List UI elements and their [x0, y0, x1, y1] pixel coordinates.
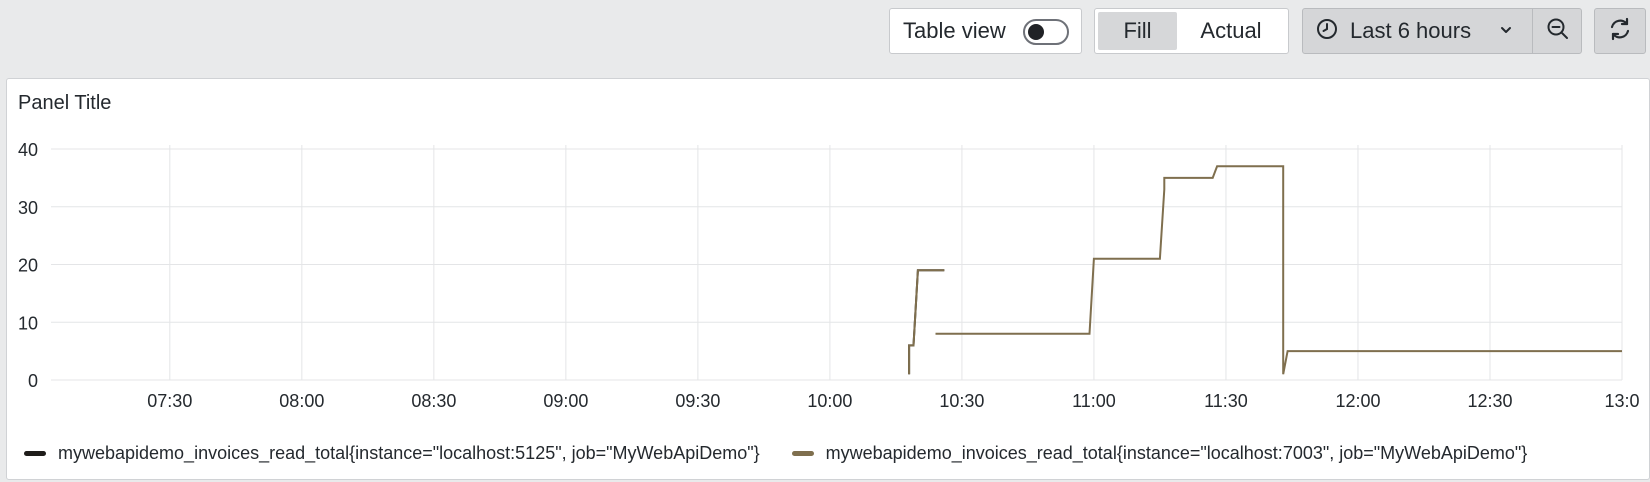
dashboard-toolbar: Table view Fill Actual Last 6 hours [0, 0, 1650, 72]
time-series-panel: Panel Title 0 10 20 30 40 07:30 08:00 08:30 09:0… [6, 78, 1650, 480]
y-tick-label: 40 [18, 140, 38, 160]
x-tick-label: 07:30 [147, 391, 192, 411]
chart-legend: mywebapidemo_invoices_read_total{instanc… [24, 441, 1559, 465]
switch-knob [1028, 24, 1044, 40]
actual-option[interactable]: Actual [1177, 12, 1285, 50]
series-line-2 [935, 165, 1622, 375]
legend-label: mywebapidemo_invoices_read_total{instanc… [825, 442, 1528, 463]
fill-actual-radio-group: Fill Actual [1094, 8, 1289, 54]
zoom-out-button[interactable] [1533, 9, 1582, 53]
x-tick-label: 11:30 [1204, 391, 1248, 411]
fill-option-label: Fill [1123, 18, 1152, 43]
x-tick-label: 08:00 [279, 391, 324, 411]
table-view-switch[interactable] [1023, 19, 1069, 45]
table-view-toggle-button[interactable]: Table view [889, 8, 1082, 54]
time-range-button[interactable]: Last 6 hours [1303, 9, 1532, 53]
y-tick-label: 30 [18, 198, 38, 218]
actual-option-label: Actual [1200, 18, 1262, 43]
x-tick-label: 10:00 [807, 391, 852, 411]
x-tick-label: 13:0 [1604, 391, 1639, 411]
x-tick-label: 08:30 [411, 391, 456, 411]
chevron-down-icon [1499, 23, 1513, 42]
refresh-icon [1607, 16, 1633, 47]
x-tick-label: 09:30 [675, 391, 720, 411]
time-range-picker: Last 6 hours [1302, 8, 1582, 54]
x-tick-label: 09:00 [543, 391, 588, 411]
y-tick-label: 10 [18, 313, 38, 333]
legend-label: mywebapidemo_invoices_read_total{instanc… [58, 442, 760, 463]
x-tick-label: 12:30 [1467, 391, 1512, 411]
clock-icon [1316, 18, 1338, 45]
fill-option[interactable]: Fill [1098, 12, 1177, 50]
legend-item[interactable]: mywebapidemo_invoices_read_total{instanc… [791, 442, 1528, 464]
x-tick-label: 11:00 [1072, 391, 1116, 411]
x-tick-label: 12:00 [1335, 391, 1380, 411]
time-range-label: Last 6 hours [1350, 18, 1472, 43]
legend-item[interactable]: mywebapidemo_invoices_read_total{instanc… [24, 443, 760, 464]
table-view-label: Table view [903, 18, 1006, 43]
legend-swatch [24, 450, 46, 456]
time-series-chart[interactable]: 0 10 20 30 40 07:30 08:00 08:30 09:00 09:30 10:00 1… [7, 79, 1650, 439]
y-tick-label: 0 [28, 371, 38, 391]
legend-swatch [791, 450, 814, 456]
refresh-button[interactable] [1594, 8, 1646, 54]
x-tick-label: 10:30 [939, 391, 984, 411]
zoom-out-icon [1546, 17, 1570, 46]
y-tick-label: 20 [18, 256, 38, 276]
